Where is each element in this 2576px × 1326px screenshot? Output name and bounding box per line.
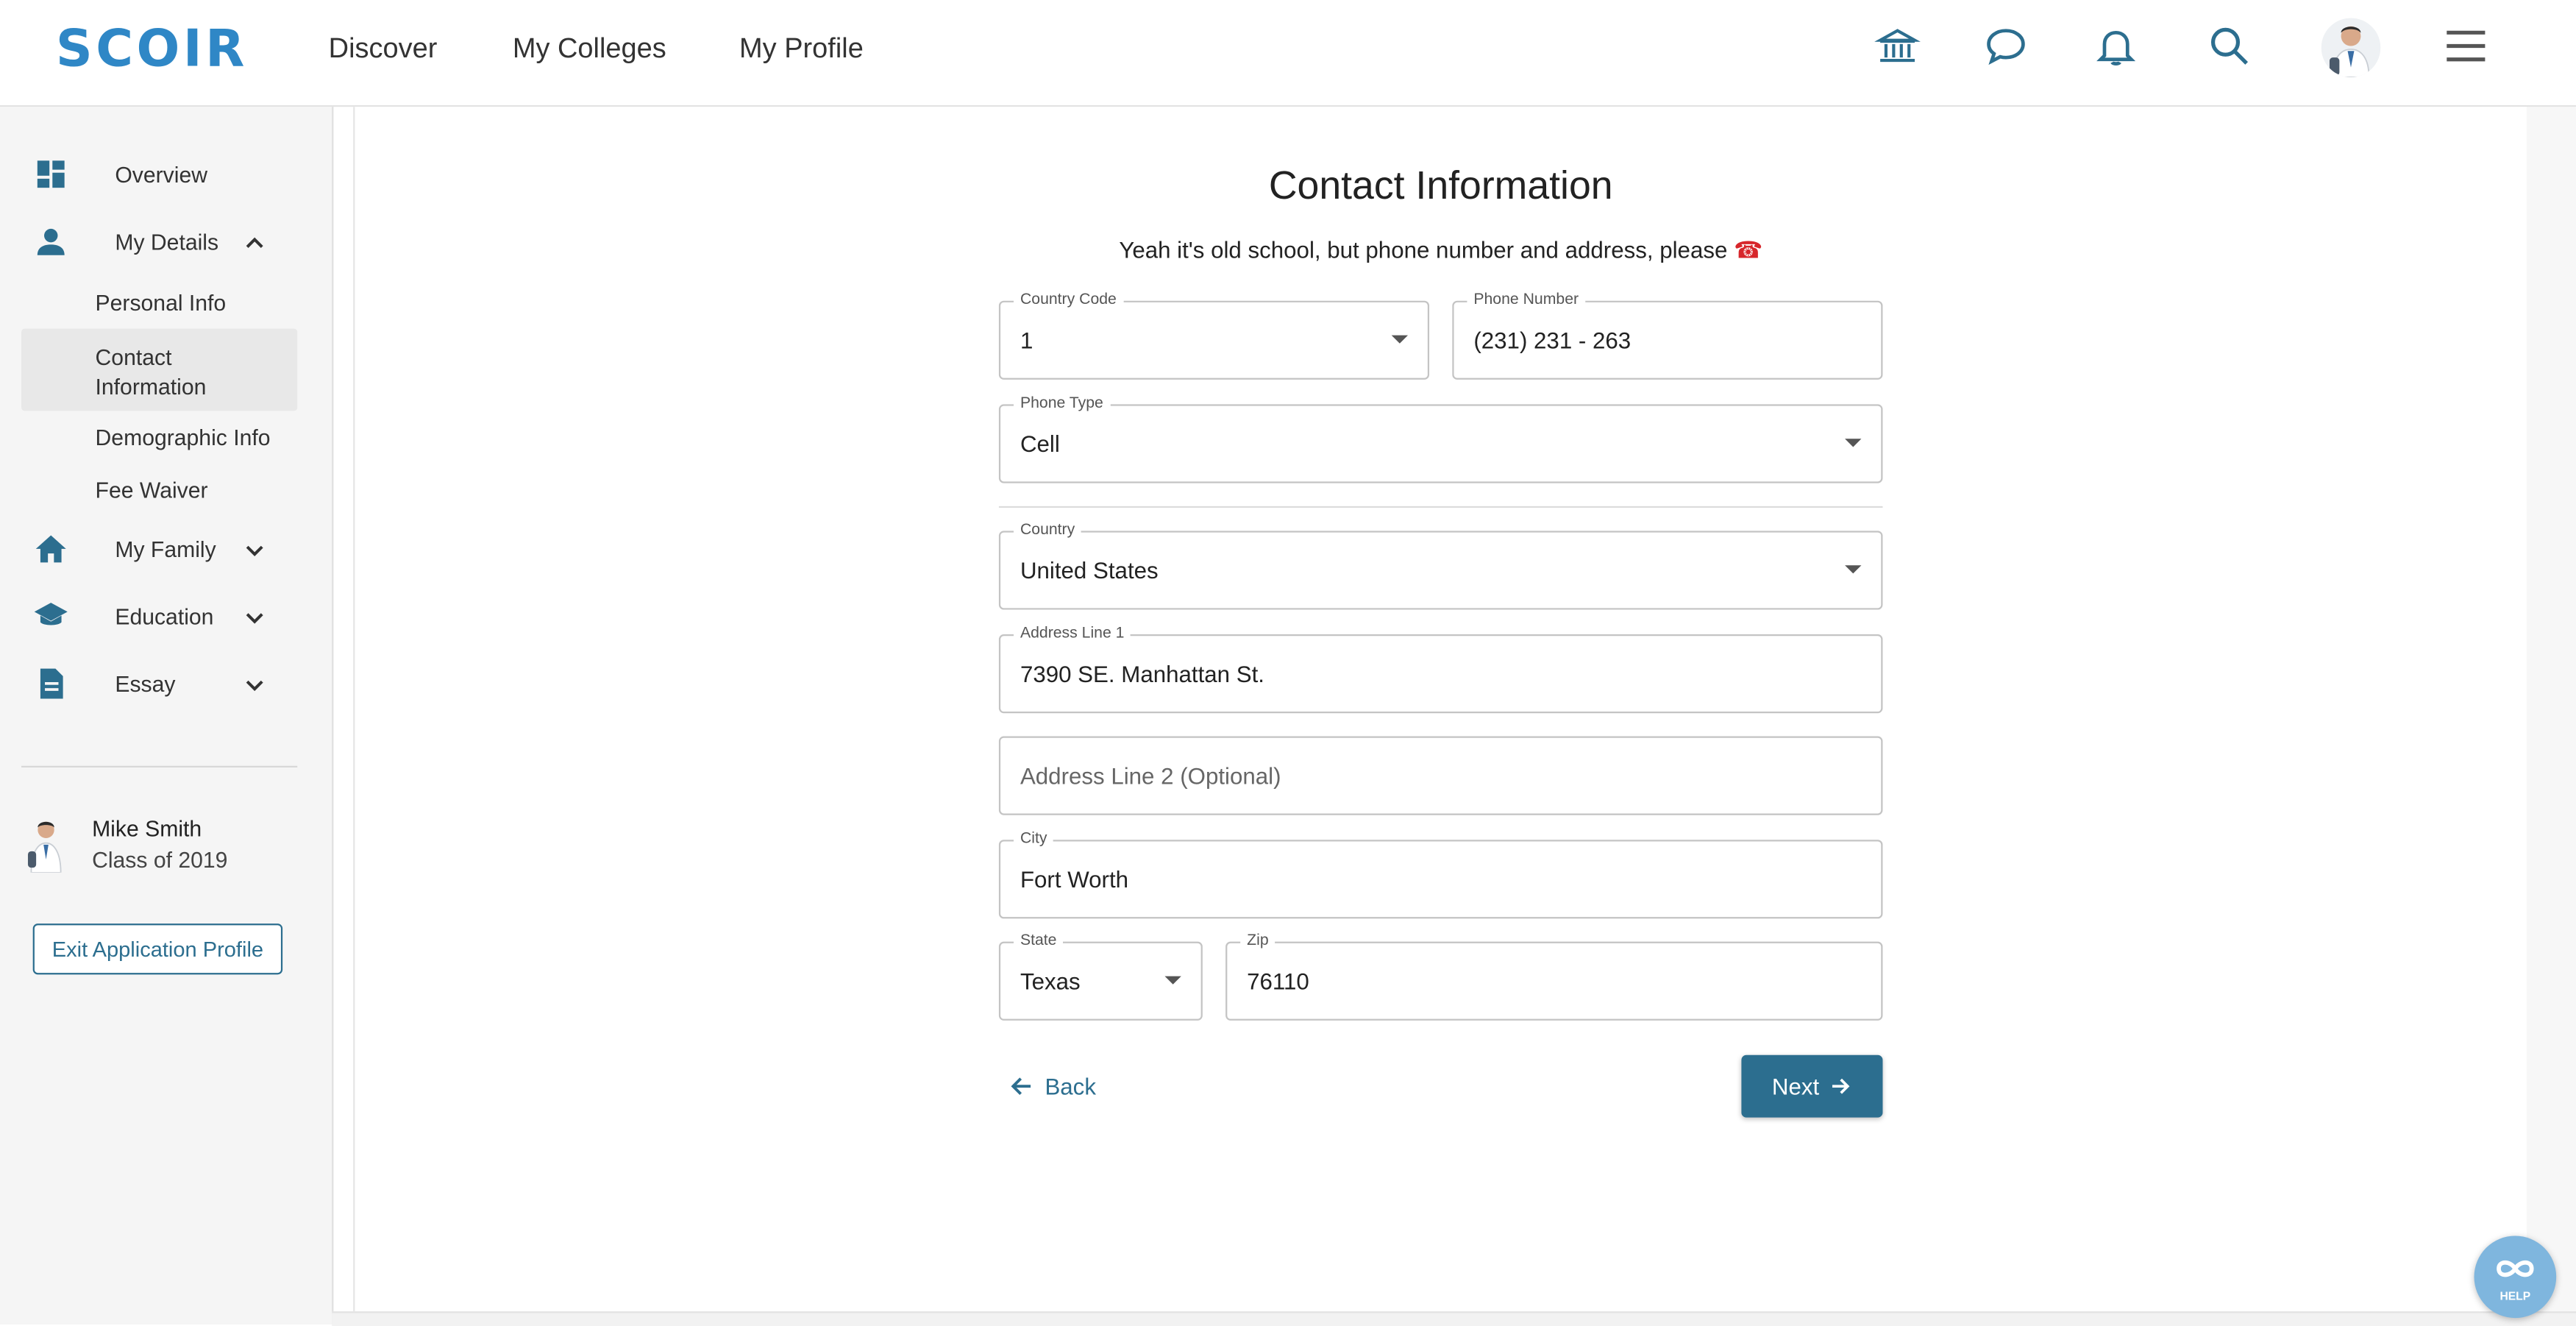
infinity-icon [2497, 1260, 2534, 1277]
page-subtitle: Yeah it's old school, but phone number a… [999, 237, 1883, 265]
arrow-right-icon [1832, 1078, 1851, 1094]
help-button[interactable]: HELP [2474, 1235, 2557, 1319]
address-line-1-value: 7390 SE. Manhattan St. [1020, 660, 1264, 687]
chevron-up-icon[interactable] [240, 228, 269, 258]
telephone-icon: ☎ [1734, 236, 1763, 263]
nav-my-profile[interactable]: My Profile [739, 33, 864, 66]
zip-field[interactable]: Zip 76110 [1225, 932, 1883, 1021]
back-button-label: Back [1045, 1073, 1096, 1100]
user-avatar [23, 817, 69, 873]
next-button[interactable]: Next [1741, 1054, 1883, 1118]
phone-number-value: (231) 231 - 263 [1473, 327, 1632, 354]
subtitle-text: Yeah it's old school, but phone number a… [1119, 236, 1728, 263]
sidebar-item-demographic-info[interactable]: Demographic Info [96, 425, 271, 450]
chevron-down-icon[interactable] [240, 603, 269, 633]
state-select[interactable]: State Texas [998, 932, 1203, 1021]
bell-icon[interactable] [2093, 23, 2139, 69]
country-code-value: 1 [1020, 327, 1033, 354]
help-label: HELP [2499, 1291, 2531, 1304]
hamburger-menu-icon[interactable] [2443, 23, 2489, 69]
sidebar-item-my-family[interactable]: My Family [115, 537, 216, 561]
top-navigation-bar: SCOIR Discover My Colleges My Profile [0, 0, 2576, 107]
zip-value: 76110 [1247, 968, 1309, 995]
graduation-cap-icon [33, 598, 69, 634]
phone-number-field[interactable]: Phone Number (231) 231 - 263 [1452, 291, 1883, 380]
sidebar-item-fee-waiver[interactable]: Fee Waiver [96, 478, 208, 503]
phone-type-select[interactable]: Phone Type Cell [998, 394, 1883, 483]
back-button[interactable]: Back [1008, 1068, 1096, 1105]
sidebar-item-personal-info[interactable]: Personal Info [96, 291, 227, 315]
address-line-2-field[interactable]: Address Line 2 (Optional) [998, 736, 1883, 815]
sidebar-item-overview[interactable]: Overview [115, 163, 207, 187]
bank-icon[interactable] [1874, 23, 1921, 69]
nav-discover[interactable]: Discover [329, 33, 438, 66]
chat-bubble-icon[interactable] [1983, 23, 2029, 69]
dropdown-arrow-icon [1845, 565, 1862, 574]
dropdown-arrow-icon [1164, 976, 1181, 985]
exit-application-profile-button[interactable]: Exit Application Profile [32, 923, 283, 975]
dropdown-arrow-icon [1845, 439, 1862, 447]
sidebar-divider [21, 765, 298, 767]
page-title: Contact Information [1268, 164, 1613, 209]
document-icon [33, 665, 69, 701]
sidebar-item-contact-information[interactable]: Contact Information [96, 344, 277, 403]
avatar[interactable] [2321, 18, 2381, 77]
next-button-label: Next [1771, 1073, 1820, 1100]
form-section-divider [998, 506, 1883, 508]
dashboard-icon [33, 156, 69, 192]
sidebar [0, 107, 334, 1325]
dropdown-arrow-icon [1391, 335, 1409, 344]
sidebar-item-my-details[interactable]: My Details [115, 230, 218, 255]
chevron-down-icon[interactable] [240, 536, 269, 565]
person-icon [33, 224, 69, 260]
user-class-year: Class of 2019 [92, 848, 228, 873]
city-field[interactable]: City Fort Worth [998, 829, 1883, 919]
bottom-gutter [332, 1311, 2576, 1326]
country-code-select[interactable]: Country Code 1 [998, 291, 1430, 380]
address-line-2-placeholder: Address Line 2 (Optional) [1020, 762, 1281, 789]
address-line-1-field[interactable]: Address Line 1 7390 SE. Manhattan St. [998, 624, 1883, 714]
search-icon[interactable] [2206, 23, 2252, 69]
nav-my-colleges[interactable]: My Colleges [513, 33, 666, 66]
home-icon [33, 531, 69, 567]
scoir-logo[interactable]: SCOIR [56, 20, 248, 79]
phone-type-value: Cell [1020, 430, 1060, 457]
sidebar-item-essay[interactable]: Essay [115, 672, 175, 696]
country-select[interactable]: Country United States [998, 520, 1883, 610]
right-gutter [2526, 107, 2576, 1312]
chevron-down-icon[interactable] [240, 670, 269, 700]
arrow-left-icon [1011, 1077, 1031, 1096]
country-value: United States [1020, 557, 1159, 584]
user-name: Mike Smith [92, 816, 202, 842]
city-value: Fort Worth [1020, 865, 1129, 893]
state-value: Texas [1020, 968, 1081, 995]
sidebar-item-education[interactable]: Education [115, 605, 213, 629]
